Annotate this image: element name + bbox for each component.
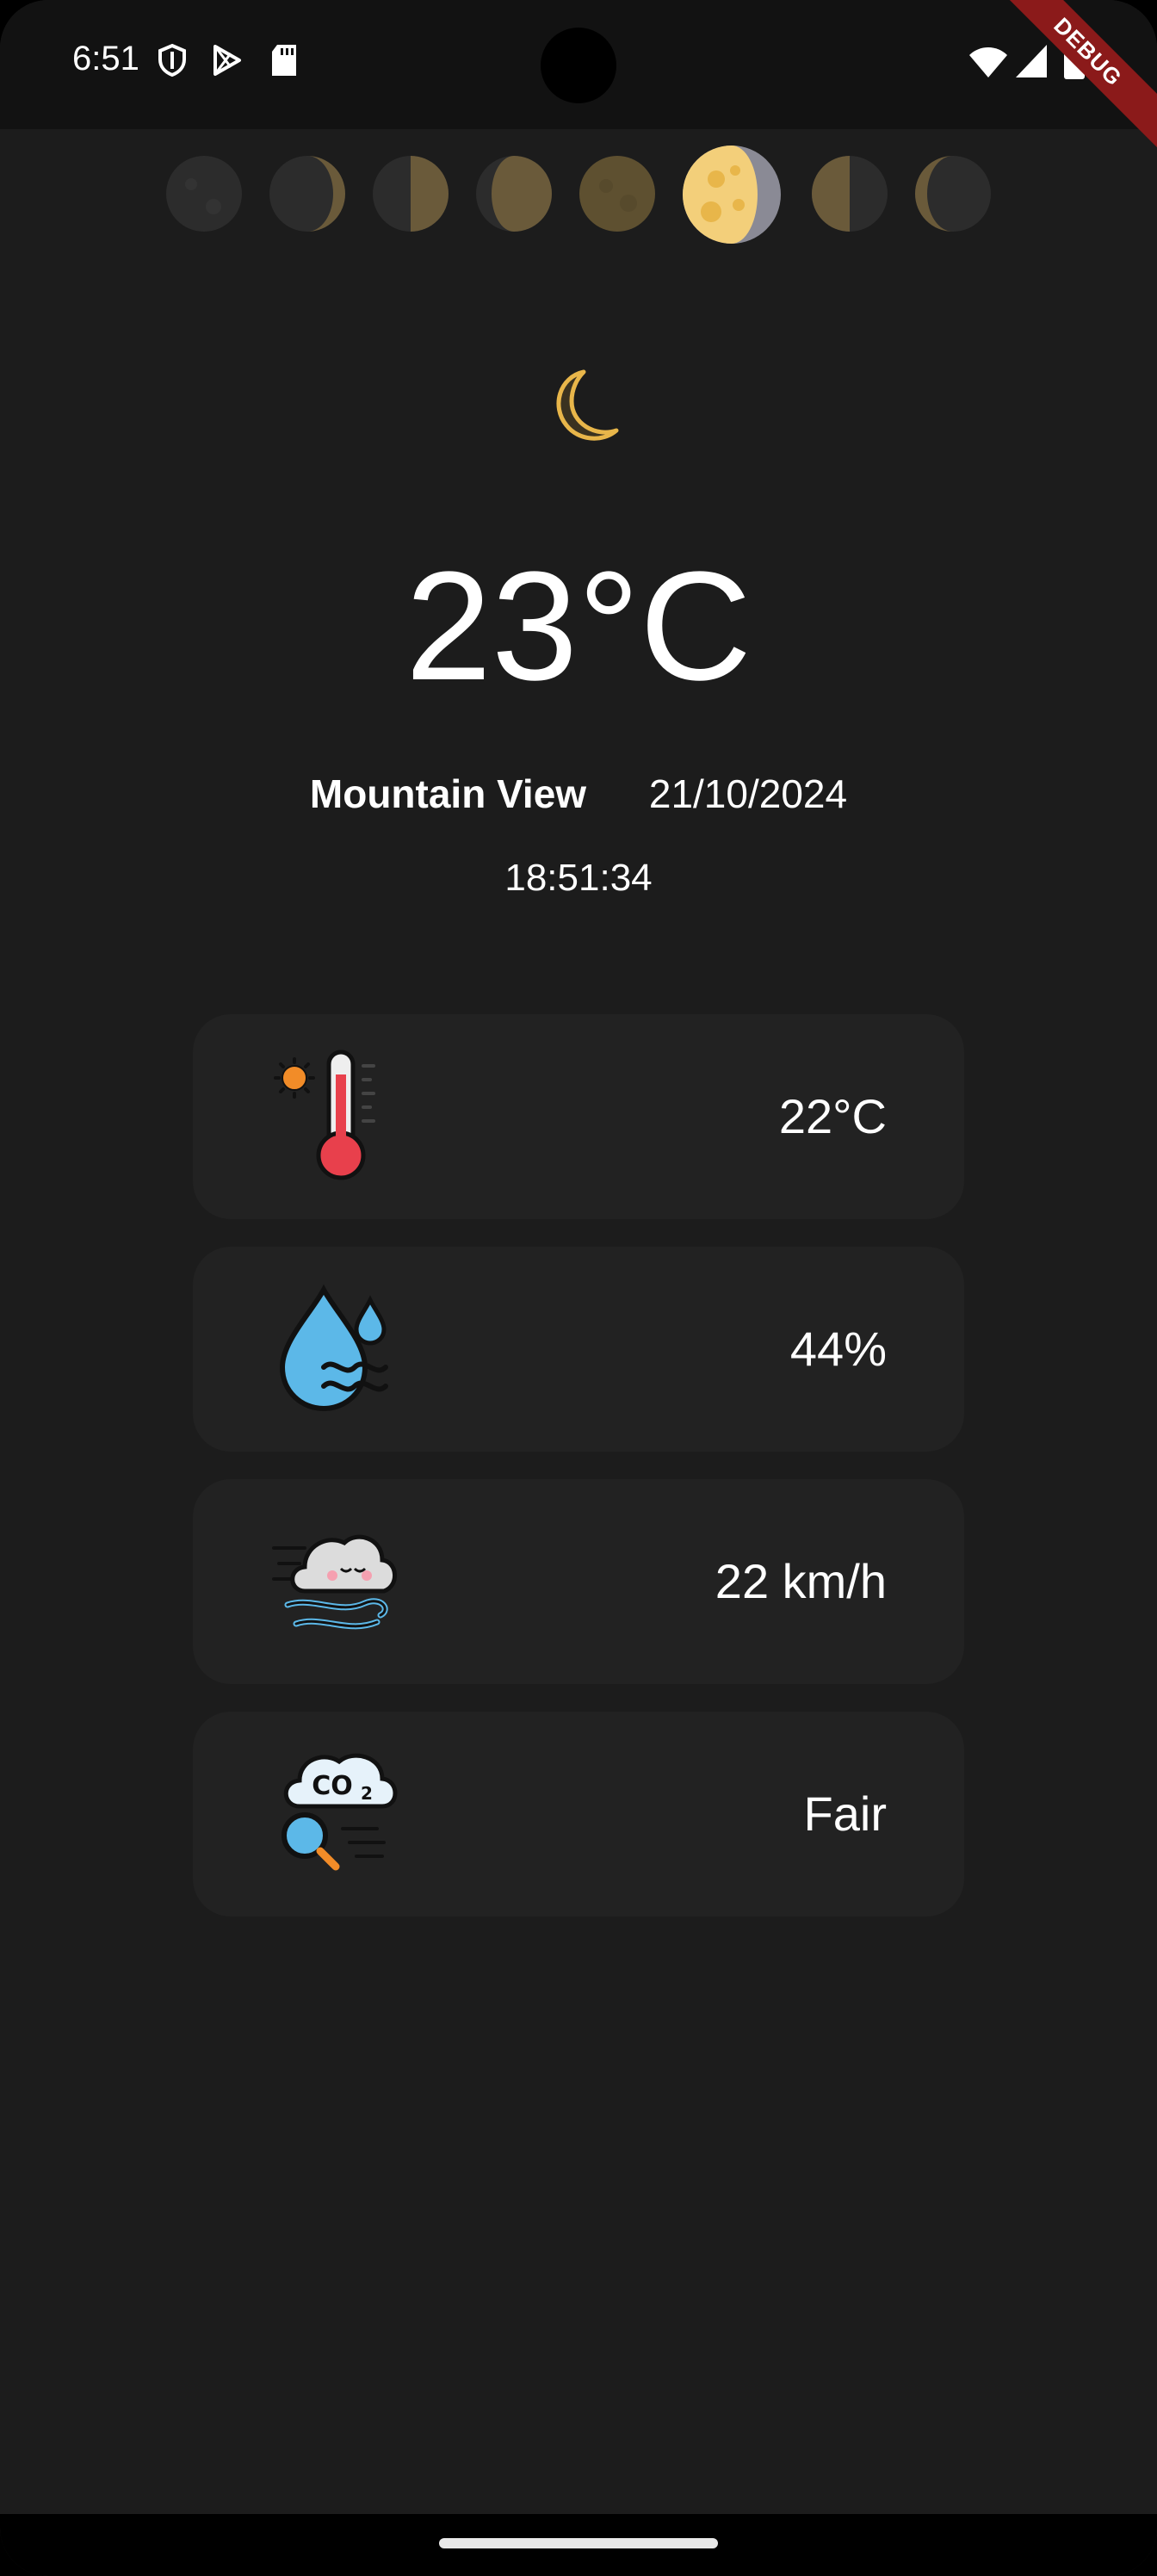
wifi-icon <box>969 47 1007 77</box>
last-quarter-icon[interactable] <box>811 155 888 232</box>
wind-cloud-icon <box>272 1534 397 1630</box>
home-gesture-handle[interactable] <box>439 2538 718 2548</box>
thermometer-sun-icon <box>274 1050 375 1180</box>
humidity-value: 44% <box>789 1322 887 1376</box>
waning-crescent-icon[interactable] <box>914 155 992 232</box>
humidity-drop-icon <box>279 1284 388 1412</box>
current-date: 21/10/2024 <box>648 771 848 816</box>
shield-icon <box>158 43 186 77</box>
full-moon-icon[interactable] <box>578 155 656 232</box>
new-moon-icon[interactable] <box>165 155 243 232</box>
current-time: 18:51:34 <box>504 857 653 899</box>
location-date-line: Mountain View 21/10/2024 <box>0 768 1157 820</box>
feels-like-card: 22°C <box>193 1014 964 1219</box>
sd-card-icon <box>272 45 296 76</box>
air-quality-co2-icon: CO 2 <box>282 1753 398 1871</box>
svg-text:2: 2 <box>361 1783 373 1804</box>
wind-speed-value: 22 km/h <box>715 1554 887 1608</box>
waxing-gibbous-icon[interactable] <box>475 155 553 232</box>
status-bar: 6:51 DEBUG <box>0 0 1157 157</box>
status-time: 6:51 <box>72 40 139 77</box>
feels-like-value: 22°C <box>778 1089 887 1143</box>
wind-card: 22 km/h <box>193 1479 964 1684</box>
current-temperature: 23°C <box>405 540 752 713</box>
play-store-icon <box>213 45 241 76</box>
first-quarter-icon[interactable] <box>372 155 449 232</box>
svg-text:CO: CO <box>312 1771 353 1801</box>
signal-icon <box>1016 45 1047 77</box>
crescent-moon-icon <box>556 369 619 441</box>
app-screen: 6:51 DEBUG 23°C Mountain View 21/10/2024… <box>0 0 1157 2576</box>
humidity-card: 44% <box>193 1247 964 1452</box>
waning-gibbous-icon[interactable] <box>682 145 782 245</box>
air-quality-card: CO 2 Fair <box>193 1712 964 1917</box>
moon-phase-selector <box>0 145 1157 248</box>
camera-cutout <box>541 28 616 103</box>
location-name: Mountain View <box>309 771 587 816</box>
waxing-crescent-icon[interactable] <box>269 155 346 232</box>
air-quality-value: Fair <box>803 1786 887 1841</box>
